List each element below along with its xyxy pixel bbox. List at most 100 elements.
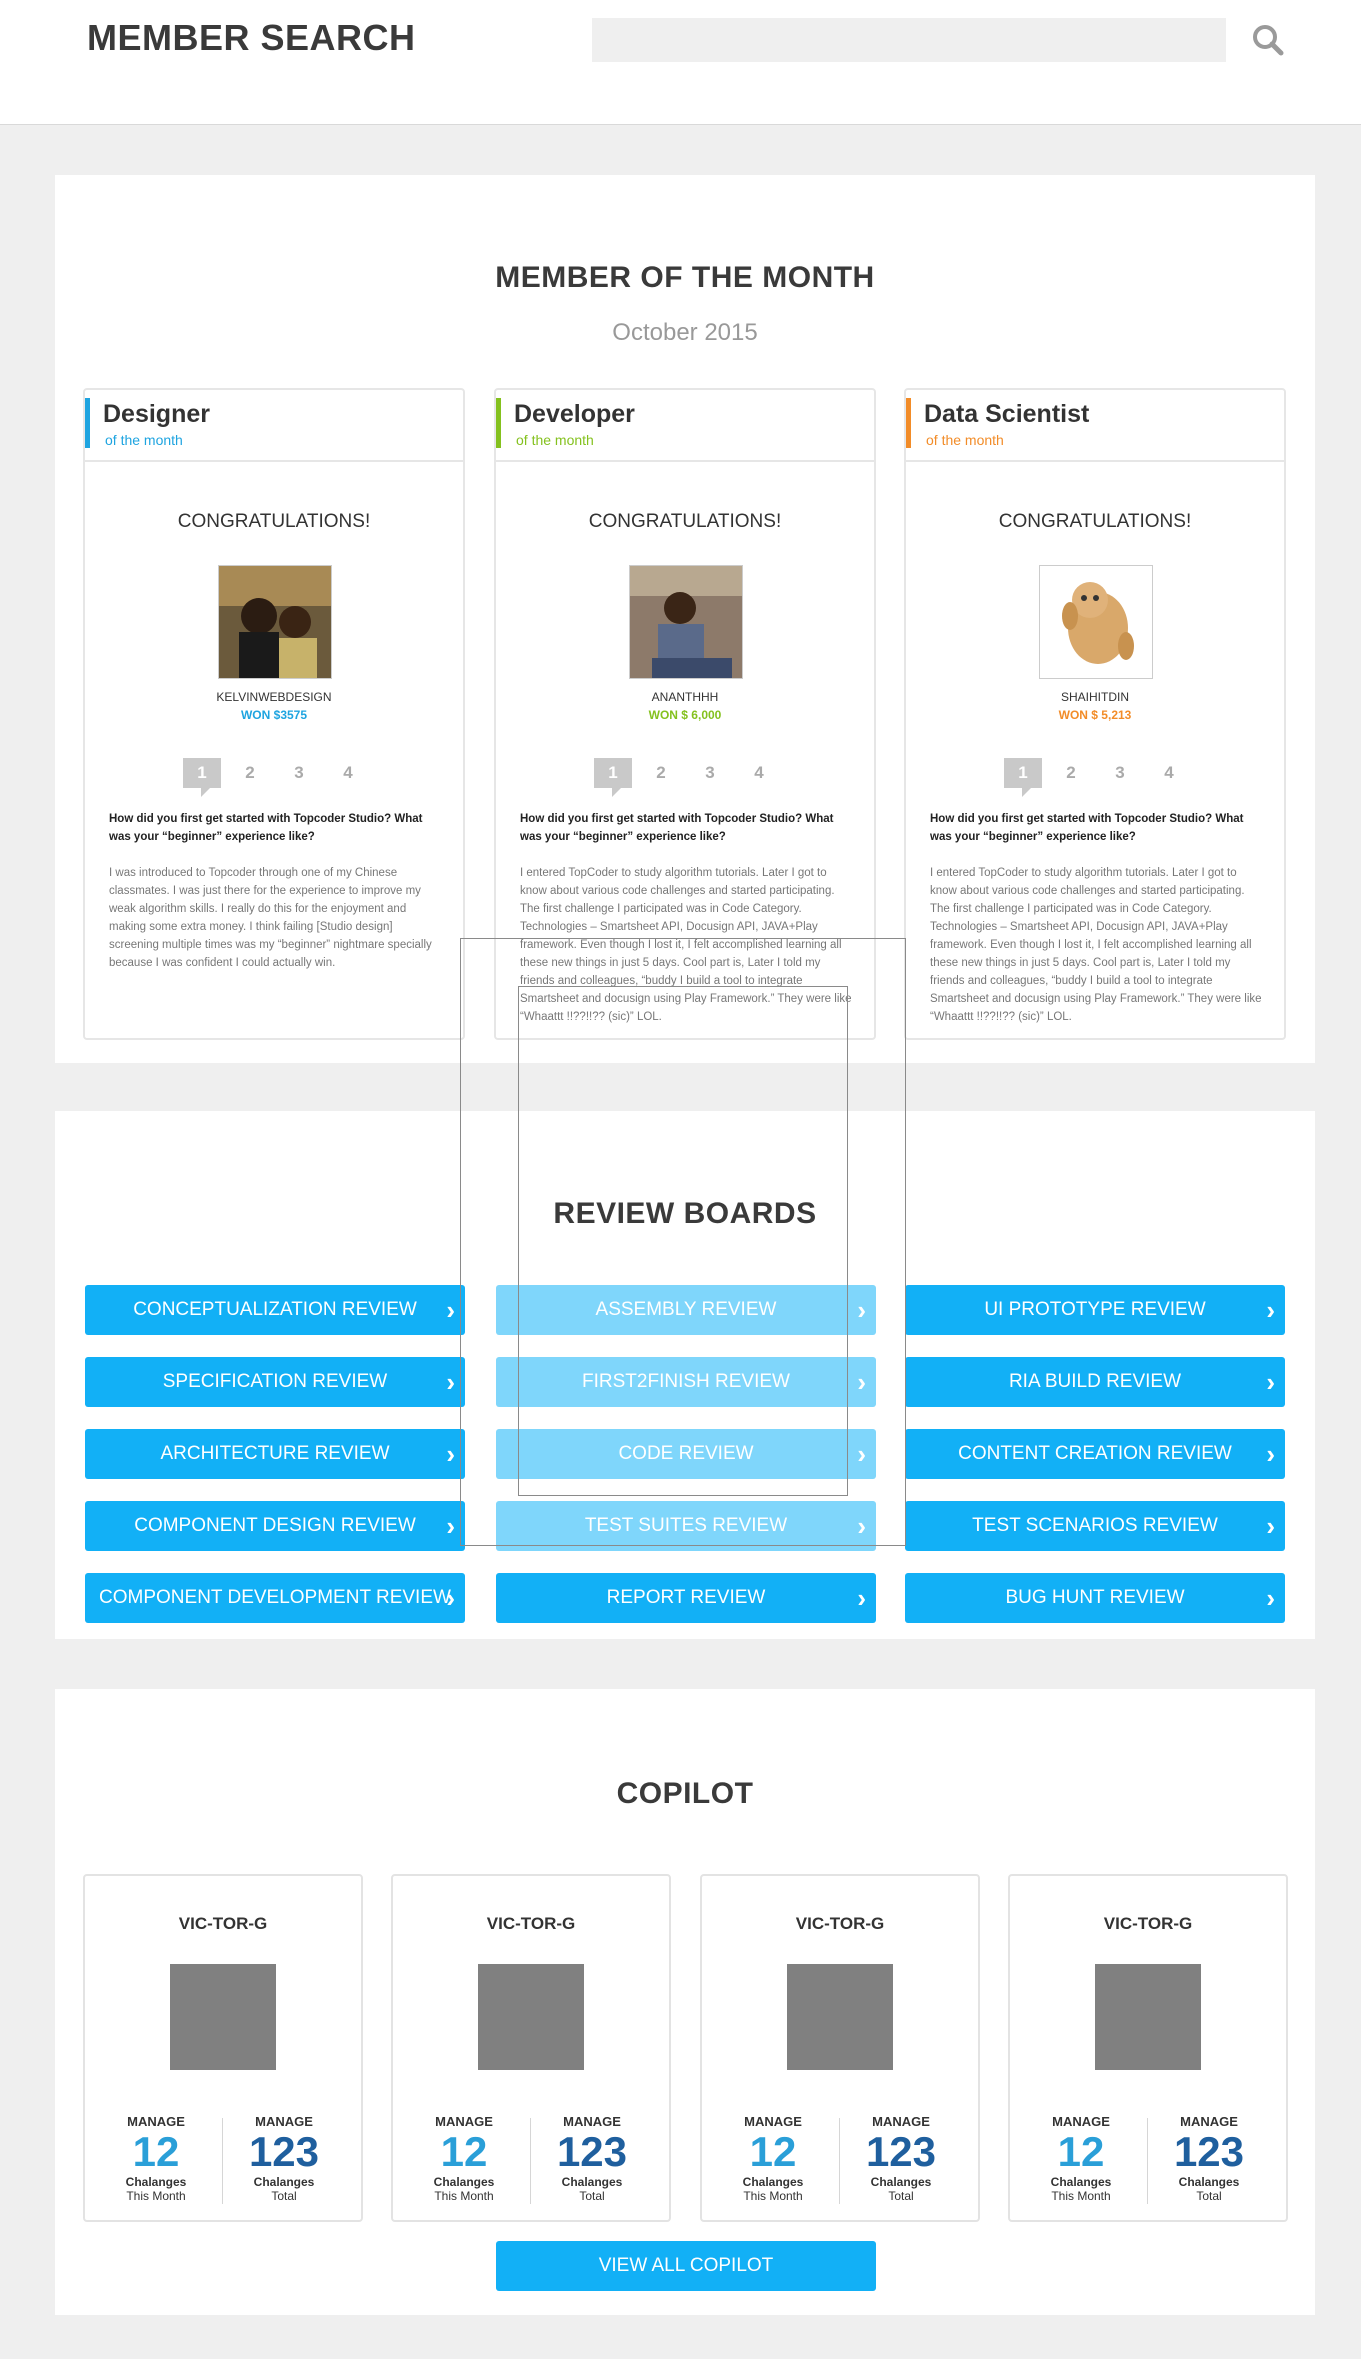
caption: Chalanges: [125, 2175, 187, 2189]
ria-build-review-button[interactable]: RIA BUILD REVIEW ›: [905, 1357, 1285, 1407]
interview-question: How did you first get started with Topco…: [930, 813, 1244, 843]
card-header: Designer of the month: [85, 390, 463, 462]
view-all-copilot-button[interactable]: VIEW ALL COPILOT: [496, 2241, 876, 2291]
chevron-right-icon: ›: [857, 1367, 866, 1397]
interview-answer: I entered TopCoder to study algorithm tu…: [930, 867, 1262, 1023]
page-2[interactable]: 2: [642, 758, 680, 788]
test-suites-review-button[interactable]: TEST SUITES REVIEW ›: [496, 1501, 876, 1551]
copilot-card[interactable]: VIC-TOR-G MANAGE 12 Chalanges This Month…: [391, 1874, 671, 2222]
page-3[interactable]: 3: [280, 758, 318, 788]
page-3[interactable]: 3: [1101, 758, 1139, 788]
ui-prototype-review-button[interactable]: UI PROTOTYPE REVIEW ›: [905, 1285, 1285, 1335]
card-header: Developer of the month: [496, 390, 874, 462]
period-label: October 2015: [612, 319, 758, 346]
member-handle: ANANTHHH: [651, 690, 719, 704]
role-title: Developer: [514, 400, 635, 428]
caption-sub: This Month: [126, 2189, 186, 2203]
copilot-name: VIC-TOR-G: [178, 1914, 268, 1933]
component-development-review-button[interactable]: COMPONENT DEVELOPMENT REVIEW ›: [85, 1573, 465, 1623]
month-count: 12: [132, 2128, 180, 2175]
member-card-data-scientist: Data Scientist of the month CONGRATULATI…: [904, 388, 1286, 1040]
pager: 1 2 3 4: [496, 758, 874, 798]
total-count: 123: [1173, 2128, 1245, 2175]
search-input[interactable]: [592, 18, 1226, 62]
member-handle: SHAIHITDIN: [1060, 690, 1129, 704]
page-4[interactable]: 4: [740, 758, 778, 788]
button-label: SPECIFICATION REVIEW: [162, 1371, 388, 1392]
accent-bar: [85, 398, 90, 448]
interview-answer: I entered TopCoder to study algorithm tu…: [520, 867, 852, 1023]
role-title: Designer: [103, 400, 210, 428]
caption: Chalanges: [253, 2175, 315, 2189]
copilot-card[interactable]: VIC-TOR-G MANAGE 12 Chalanges This Month…: [83, 1874, 363, 2222]
month-count: 12: [749, 2128, 797, 2175]
button-label: COMPONENT DESIGN REVIEW: [134, 1515, 416, 1536]
component-design-review-button[interactable]: COMPONENT DESIGN REVIEW ›: [85, 1501, 465, 1551]
test-scenarios-review-button[interactable]: TEST SCENARIOS REVIEW ›: [905, 1501, 1285, 1551]
manage-label: MANAGE: [1180, 2114, 1238, 2129]
caption: Chalanges: [870, 2175, 932, 2189]
caption-sub: This Month: [1051, 2189, 1111, 2203]
chevron-right-icon: ›: [1266, 1439, 1275, 1469]
interview-question: How did you first get started with Topco…: [520, 813, 834, 843]
chevron-right-icon: ›: [446, 1295, 455, 1325]
month-count: 12: [1057, 2128, 1105, 2175]
page-1[interactable]: 1: [183, 758, 221, 797]
congrats-text: CONGRATULATIONS!: [998, 511, 1192, 532]
page-4[interactable]: 4: [329, 758, 367, 788]
role-subtitle: of the month: [926, 432, 1004, 448]
stat-total: MANAGE 123 Chalanges Total: [836, 2114, 966, 2203]
member-photo: [218, 565, 332, 679]
architecture-review-button[interactable]: ARCHITECTURE REVIEW ›: [85, 1429, 465, 1479]
code-review-button[interactable]: CODE REVIEW ›: [496, 1429, 876, 1479]
caption: Chalanges: [561, 2175, 623, 2189]
button-label: TEST SCENARIOS REVIEW: [972, 1515, 1218, 1536]
copilot-card[interactable]: VIC-TOR-G MANAGE 12 Chalanges This Month…: [1008, 1874, 1288, 2222]
month-count: 12: [440, 2128, 488, 2175]
stat-total: MANAGE 123 Chalanges Total: [1144, 2114, 1274, 2203]
page-3[interactable]: 3: [691, 758, 729, 788]
chevron-right-icon: ›: [857, 1583, 866, 1613]
copilot-name: VIC-TOR-G: [486, 1914, 576, 1933]
button-label: FIRST2FINISH REVIEW: [582, 1371, 790, 1392]
report-review-button[interactable]: REPORT REVIEW ›: [496, 1573, 876, 1623]
section-title: MEMBER OF THE MONTH: [495, 261, 875, 294]
assembly-review-button[interactable]: ASSEMBLY REVIEW ›: [496, 1285, 876, 1335]
accent-bar: [906, 398, 911, 448]
avatar: [1095, 1964, 1201, 2070]
button-label: CONCEPTUALIZATION REVIEW: [133, 1299, 417, 1320]
caption-sub: This Month: [743, 2189, 803, 2203]
conceptualization-review-button[interactable]: CONCEPTUALIZATION REVIEW ›: [85, 1285, 465, 1335]
role-title: Data Scientist: [924, 400, 1090, 428]
page-2[interactable]: 2: [1052, 758, 1090, 788]
congrats-text: CONGRATULATIONS!: [177, 511, 371, 532]
interview-answer: I was introduced to Topcoder through one…: [109, 867, 432, 969]
button-label: ASSEMBLY REVIEW: [595, 1299, 777, 1320]
manage-label: MANAGE: [872, 2114, 930, 2129]
header: MEMBER SEARCH: [0, 0, 1361, 125]
page-4[interactable]: 4: [1150, 758, 1188, 788]
specification-review-button[interactable]: SPECIFICATION REVIEW ›: [85, 1357, 465, 1407]
copilot-card[interactable]: VIC-TOR-G MANAGE 12 Chalanges This Month…: [700, 1874, 980, 2222]
manage-label: MANAGE: [744, 2114, 802, 2129]
avatar: [478, 1964, 584, 2070]
content-creation-review-button[interactable]: CONTENT CREATION REVIEW ›: [905, 1429, 1285, 1479]
page-1[interactable]: 1: [1004, 758, 1042, 797]
manage-label: MANAGE: [563, 2114, 621, 2129]
stat-total: MANAGE 123 Chalanges Total: [219, 2114, 349, 2203]
search-icon[interactable]: [1250, 22, 1286, 58]
first2finish-review-button[interactable]: FIRST2FINISH REVIEW ›: [496, 1357, 876, 1407]
copilot-name: VIC-TOR-G: [795, 1914, 885, 1933]
total-count: 123: [248, 2128, 320, 2175]
chevron-right-icon: ›: [446, 1511, 455, 1541]
stat-this-month: MANAGE 12 Chalanges This Month: [1016, 2114, 1146, 2203]
member-card-developer: Developer of the month CONGRATULATIONS! …: [494, 388, 876, 1040]
member-of-month-section: MEMBER OF THE MONTH October 2015 Designe…: [55, 175, 1315, 1063]
copilot-name: VIC-TOR-G: [1103, 1914, 1193, 1933]
chevron-right-icon: ›: [446, 1439, 455, 1469]
page-1[interactable]: 1: [594, 758, 632, 797]
bug-hunt-review-button[interactable]: BUG HUNT REVIEW ›: [905, 1573, 1285, 1623]
pager: 1 2 3 4: [85, 758, 463, 798]
page-2[interactable]: 2: [231, 758, 269, 788]
caption: Chalanges: [1050, 2175, 1112, 2189]
